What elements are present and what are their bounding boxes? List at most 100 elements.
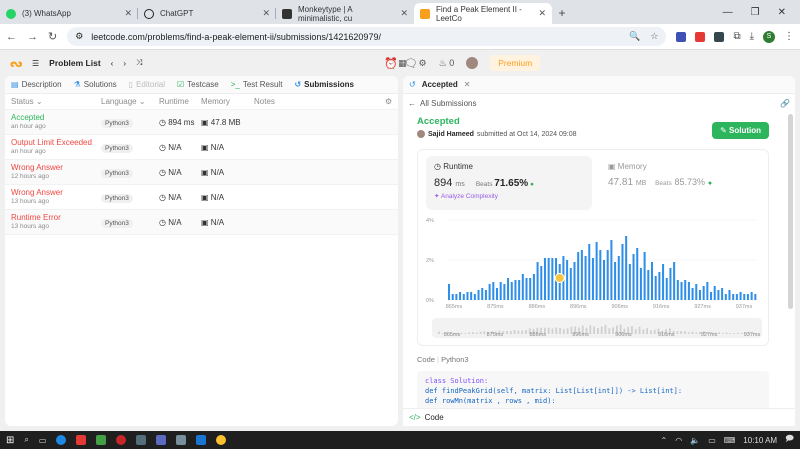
browser-tab-whatsapp[interactable]: (3) WhatsApp ✕	[0, 3, 138, 24]
app-icon[interactable]	[136, 435, 147, 445]
scrollbar[interactable]	[788, 114, 793, 309]
app-icon[interactable]	[116, 435, 127, 445]
windows-start-icon[interactable]: ⊞	[6, 435, 14, 446]
overview-bar	[729, 333, 732, 334]
back-icon[interactable]: ←	[6, 31, 17, 43]
clock-icon: ◷	[159, 192, 166, 202]
overview-bar	[642, 329, 645, 334]
table-row[interactable]: Output Limit Exceeded an hour ago Python3 ◷…	[5, 135, 398, 160]
site-info-icon[interactable]: ⚙	[75, 31, 83, 42]
clock-icon: ◷	[159, 117, 166, 127]
code-preview[interactable]: class Solution: def findPeakGrid(self, m…	[417, 371, 769, 411]
clock[interactable]: 10:10 AM	[743, 436, 777, 445]
app-icon[interactable]	[156, 435, 167, 445]
status-text[interactable]: Runtime Error	[11, 213, 101, 223]
overview-tick-label: 937ms	[744, 332, 761, 338]
chrome-icon[interactable]	[216, 435, 227, 445]
browser-tab-chatgpt[interactable]: ChatGPT ✕	[138, 3, 276, 24]
overview-bar	[604, 325, 607, 334]
tab-editorial[interactable]: ▯ Editorial	[129, 80, 165, 89]
shuffle-icon[interactable]: ⤨	[136, 58, 142, 68]
all-submissions-link[interactable]: ← All Submissions 🔗	[403, 94, 795, 112]
chart-bar	[484, 290, 487, 300]
overview-tick-label: 906ms	[615, 332, 632, 338]
leetcode-logo[interactable]: ᔓ	[10, 57, 23, 70]
y-tick-label: 0%	[426, 298, 434, 304]
chevron-right-icon[interactable]: ›	[123, 59, 126, 68]
chart-bar	[455, 294, 458, 300]
network-icon[interactable]: ◠	[675, 436, 682, 445]
notifications-icon[interactable]: 🗩	[785, 433, 794, 447]
overview-bar	[721, 333, 724, 334]
overview-bar	[608, 328, 611, 334]
overview-bar	[513, 330, 516, 334]
status-text[interactable]: Wrong Answer	[11, 188, 101, 198]
chevron-left-icon[interactable]: ‹	[111, 59, 114, 68]
table-row[interactable]: Wrong Answer 13 hours ago Python3 ◷ N/A ▣ N/…	[5, 185, 398, 210]
forward-icon[interactable]: →	[27, 31, 38, 43]
url-text: leetcode.com/problems/find-a-peak-elemen…	[91, 31, 381, 42]
tab-submissions[interactable]: ↺ Submissions	[294, 80, 354, 89]
chart-bar	[551, 258, 554, 300]
chart-bar	[470, 292, 473, 300]
tab-testcase[interactable]: ☑ Testcase	[177, 80, 219, 89]
tab-solutions[interactable]: ⚗ Solutions	[74, 80, 117, 89]
edge-icon[interactable]	[56, 435, 67, 445]
chip-icon: ▣	[201, 217, 209, 227]
user-avatar[interactable]	[466, 57, 479, 69]
username[interactable]: Sajid Hameed	[428, 131, 474, 138]
task-view-icon[interactable]: ▭	[39, 436, 47, 445]
settings-icon[interactable]: ⚙	[385, 97, 392, 106]
problem-list-link[interactable]: Problem List	[49, 58, 100, 68]
table-row[interactable]: Accepted an hour ago Python3 ◷ 894 ms ▣ 47.8…	[5, 110, 398, 135]
close-icon[interactable]: ✕	[124, 8, 132, 19]
battery-icon[interactable]: ▭	[708, 436, 716, 445]
tab-title: ChatGPT	[160, 9, 194, 18]
status-header[interactable]: Status ⌄	[11, 97, 101, 106]
language-header[interactable]: Language ⌄	[101, 97, 149, 106]
tab-test-result[interactable]: >_ Test Result	[231, 80, 283, 89]
app-icon[interactable]	[176, 435, 187, 445]
streak-counter[interactable]: ♨ 0	[439, 58, 455, 69]
runtime-distribution-chart[interactable]: 4% 2% 0% 865ms 875ms 886ms 896ms 906ms 916ms 927m…	[418, 150, 770, 347]
tab-description[interactable]: ▤ Description	[11, 80, 62, 89]
notes-icon[interactable]: 🗨	[404, 57, 418, 70]
search-icon[interactable]: ⌕	[24, 435, 28, 445]
chart-bar	[746, 294, 749, 300]
user-position-marker	[554, 273, 565, 283]
app-icon[interactable]	[76, 435, 87, 445]
settings-icon[interactable]: ⚙	[419, 58, 427, 69]
volume-icon[interactable]: 🔈	[690, 436, 700, 445]
submitted-ago: an hour ago	[11, 148, 46, 155]
close-icon[interactable]: ✕	[262, 8, 270, 19]
timer-icon[interactable]: ⏰	[384, 57, 398, 70]
overview-bar	[472, 332, 474, 334]
chart-bar	[706, 282, 709, 300]
solution-button[interactable]: ✎ Solution	[712, 122, 769, 139]
share-link-icon[interactable]: 🔗	[780, 99, 790, 108]
vscode-icon[interactable]	[196, 435, 207, 445]
status-text[interactable]: Output Limit Exceeded	[11, 138, 101, 148]
chevron-up-icon[interactable]: ⌃	[661, 436, 668, 445]
document-icon: ▤	[11, 80, 19, 89]
app-icon[interactable]	[96, 435, 107, 445]
chart-bar	[654, 276, 657, 300]
code-panel-header[interactable]: </> Code	[403, 408, 795, 426]
x-tick-label: 865ms	[446, 304, 463, 310]
browser-tab-monkeytype[interactable]: Monkeytype | A minimalistic, cu ✕	[276, 3, 414, 24]
user-avatar	[417, 130, 425, 138]
back-label: All Submissions	[420, 98, 477, 108]
overview-bar	[646, 328, 649, 334]
tab-accepted[interactable]: Accepted	[422, 80, 458, 89]
status-text[interactable]: Accepted	[11, 113, 101, 123]
table-row[interactable]: Wrong Answer 12 hours ago Python3 ◷ N/A ▣ N/…	[5, 160, 398, 185]
reload-icon[interactable]: ↻	[48, 30, 57, 43]
close-icon[interactable]: ✕	[464, 80, 471, 89]
table-row[interactable]: Runtime Error 13 hours ago Python3 ◷ N/A ▣ N…	[5, 210, 398, 235]
whatsapp-icon	[6, 8, 16, 19]
chart-bar	[647, 270, 650, 300]
status-text[interactable]: Wrong Answer	[11, 163, 101, 173]
premium-button[interactable]: Premium	[490, 55, 541, 71]
overview-bar	[676, 331, 679, 334]
keyboard-icon[interactable]: ⌨	[724, 436, 736, 445]
